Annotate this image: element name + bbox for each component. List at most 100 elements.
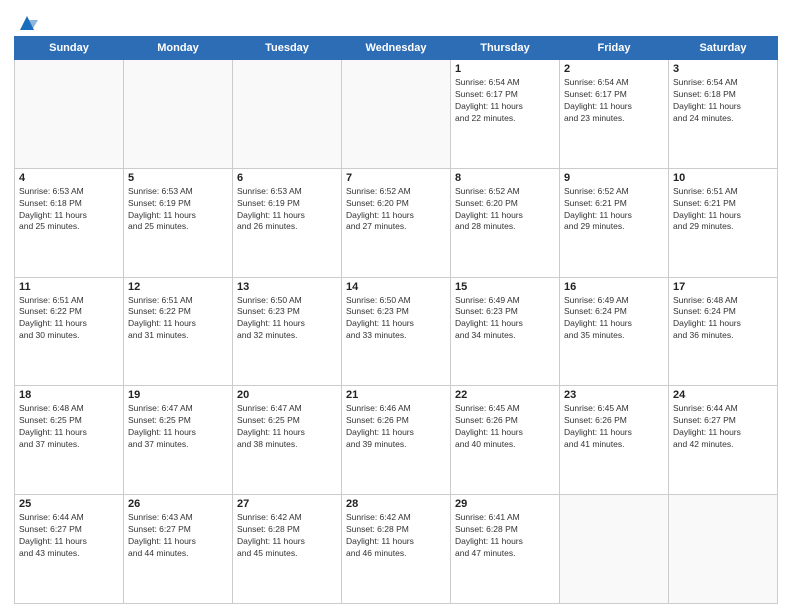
calendar-cell xyxy=(124,60,233,169)
day-number: 4 xyxy=(19,172,119,184)
day-number: 20 xyxy=(237,389,337,401)
day-info: Sunrise: 6:44 AMSunset: 6:27 PMDaylight:… xyxy=(19,512,119,560)
calendar-cell: 15 Sunrise: 6:49 AMSunset: 6:23 PMDayligh… xyxy=(451,277,560,386)
day-number: 21 xyxy=(346,389,446,401)
day-number: 18 xyxy=(19,389,119,401)
day-number: 11 xyxy=(19,281,119,293)
day-info: Sunrise: 6:45 AMSunset: 6:26 PMDaylight:… xyxy=(564,403,664,451)
day-info: Sunrise: 6:47 AMSunset: 6:25 PMDaylight:… xyxy=(237,403,337,451)
day-info: Sunrise: 6:54 AMSunset: 6:17 PMDaylight:… xyxy=(564,77,664,125)
day-number: 1 xyxy=(455,63,555,75)
day-info: Sunrise: 6:43 AMSunset: 6:27 PMDaylight:… xyxy=(128,512,228,560)
calendar-cell: 11 Sunrise: 6:51 AMSunset: 6:22 PMDayligh… xyxy=(15,277,124,386)
day-number: 13 xyxy=(237,281,337,293)
day-info: Sunrise: 6:49 AMSunset: 6:23 PMDaylight:… xyxy=(455,295,555,343)
day-number: 17 xyxy=(673,281,773,293)
calendar-cell: 5 Sunrise: 6:53 AMSunset: 6:19 PMDaylight… xyxy=(124,168,233,277)
day-number: 29 xyxy=(455,498,555,510)
week-row-3: 11 Sunrise: 6:51 AMSunset: 6:22 PMDayligh… xyxy=(15,277,778,386)
day-info: Sunrise: 6:50 AMSunset: 6:23 PMDaylight:… xyxy=(237,295,337,343)
day-info: Sunrise: 6:52 AMSunset: 6:21 PMDaylight:… xyxy=(564,186,664,234)
day-number: 2 xyxy=(564,63,664,75)
calendar-cell: 2 Sunrise: 6:54 AMSunset: 6:17 PMDaylight… xyxy=(560,60,669,169)
day-info: Sunrise: 6:47 AMSunset: 6:25 PMDaylight:… xyxy=(128,403,228,451)
day-number: 7 xyxy=(346,172,446,184)
day-info: Sunrise: 6:52 AMSunset: 6:20 PMDaylight:… xyxy=(346,186,446,234)
calendar-cell: 4 Sunrise: 6:53 AMSunset: 6:18 PMDaylight… xyxy=(15,168,124,277)
day-info: Sunrise: 6:51 AMSunset: 6:21 PMDaylight:… xyxy=(673,186,773,234)
day-number: 5 xyxy=(128,172,228,184)
day-info: Sunrise: 6:52 AMSunset: 6:20 PMDaylight:… xyxy=(455,186,555,234)
day-info: Sunrise: 6:44 AMSunset: 6:27 PMDaylight:… xyxy=(673,403,773,451)
day-number: 10 xyxy=(673,172,773,184)
day-number: 26 xyxy=(128,498,228,510)
day-info: Sunrise: 6:42 AMSunset: 6:28 PMDaylight:… xyxy=(237,512,337,560)
week-row-1: 1 Sunrise: 6:54 AMSunset: 6:17 PMDaylight… xyxy=(15,60,778,169)
day-number: 16 xyxy=(564,281,664,293)
calendar-cell: 9 Sunrise: 6:52 AMSunset: 6:21 PMDaylight… xyxy=(560,168,669,277)
day-info: Sunrise: 6:54 AMSunset: 6:18 PMDaylight:… xyxy=(673,77,773,125)
weekday-header-thursday: Thursday xyxy=(451,37,560,60)
day-info: Sunrise: 6:42 AMSunset: 6:28 PMDaylight:… xyxy=(346,512,446,560)
day-info: Sunrise: 6:45 AMSunset: 6:26 PMDaylight:… xyxy=(455,403,555,451)
calendar-cell: 28 Sunrise: 6:42 AMSunset: 6:28 PMDayligh… xyxy=(342,495,451,604)
calendar-cell: 19 Sunrise: 6:47 AMSunset: 6:25 PMDayligh… xyxy=(124,386,233,495)
day-number: 25 xyxy=(19,498,119,510)
calendar-cell xyxy=(15,60,124,169)
day-info: Sunrise: 6:54 AMSunset: 6:17 PMDaylight:… xyxy=(455,77,555,125)
day-number: 15 xyxy=(455,281,555,293)
calendar-cell xyxy=(560,495,669,604)
day-info: Sunrise: 6:41 AMSunset: 6:28 PMDaylight:… xyxy=(455,512,555,560)
day-number: 3 xyxy=(673,63,773,75)
day-number: 27 xyxy=(237,498,337,510)
calendar-cell: 27 Sunrise: 6:42 AMSunset: 6:28 PMDayligh… xyxy=(233,495,342,604)
calendar-cell: 8 Sunrise: 6:52 AMSunset: 6:20 PMDaylight… xyxy=(451,168,560,277)
calendar-cell: 16Sunrise: 6:49 AMSunset: 6:24 PMDayligh… xyxy=(560,277,669,386)
day-number: 24 xyxy=(673,389,773,401)
day-info: Sunrise: 6:50 AMSunset: 6:23 PMDaylight:… xyxy=(346,295,446,343)
day-number: 9 xyxy=(564,172,664,184)
logo-icon xyxy=(16,12,38,34)
day-number: 12 xyxy=(128,281,228,293)
day-number: 8 xyxy=(455,172,555,184)
calendar-cell: 25 Sunrise: 6:44 AMSunset: 6:27 PMDayligh… xyxy=(15,495,124,604)
week-row-4: 18 Sunrise: 6:48 AMSunset: 6:25 PMDayligh… xyxy=(15,386,778,495)
calendar-cell: 24 Sunrise: 6:44 AMSunset: 6:27 PMDayligh… xyxy=(669,386,778,495)
calendar-cell: 13 Sunrise: 6:50 AMSunset: 6:23 PMDayligh… xyxy=(233,277,342,386)
day-number: 28 xyxy=(346,498,446,510)
day-number: 6 xyxy=(237,172,337,184)
day-info: Sunrise: 6:48 AMSunset: 6:24 PMDaylight:… xyxy=(673,295,773,343)
calendar-cell: 18 Sunrise: 6:48 AMSunset: 6:25 PMDayligh… xyxy=(15,386,124,495)
day-info: Sunrise: 6:46 AMSunset: 6:26 PMDaylight:… xyxy=(346,403,446,451)
calendar-cell: 14 Sunrise: 6:50 AMSunset: 6:23 PMDayligh… xyxy=(342,277,451,386)
header xyxy=(14,10,778,30)
day-info: Sunrise: 6:53 AMSunset: 6:19 PMDaylight:… xyxy=(237,186,337,234)
day-info: Sunrise: 6:51 AMSunset: 6:22 PMDaylight:… xyxy=(128,295,228,343)
weekday-header-friday: Friday xyxy=(560,37,669,60)
calendar-cell: 20 Sunrise: 6:47 AMSunset: 6:25 PMDayligh… xyxy=(233,386,342,495)
day-number: 19 xyxy=(128,389,228,401)
calendar-cell: 12 Sunrise: 6:51 AMSunset: 6:22 PMDayligh… xyxy=(124,277,233,386)
calendar-cell xyxy=(233,60,342,169)
weekday-header-wednesday: Wednesday xyxy=(342,37,451,60)
day-info: Sunrise: 6:48 AMSunset: 6:25 PMDaylight:… xyxy=(19,403,119,451)
week-row-5: 25 Sunrise: 6:44 AMSunset: 6:27 PMDayligh… xyxy=(15,495,778,604)
calendar-cell xyxy=(669,495,778,604)
day-info: Sunrise: 6:53 AMSunset: 6:19 PMDaylight:… xyxy=(128,186,228,234)
day-number: 14 xyxy=(346,281,446,293)
weekday-header-saturday: Saturday xyxy=(669,37,778,60)
calendar-cell: 21 Sunrise: 6:46 AMSunset: 6:26 PMDayligh… xyxy=(342,386,451,495)
calendar-cell: 1 Sunrise: 6:54 AMSunset: 6:17 PMDaylight… xyxy=(451,60,560,169)
calendar-cell xyxy=(342,60,451,169)
weekday-header-tuesday: Tuesday xyxy=(233,37,342,60)
logo-area xyxy=(14,14,38,30)
calendar-cell: 17 Sunrise: 6:48 AMSunset: 6:24 PMDayligh… xyxy=(669,277,778,386)
logo xyxy=(14,14,38,34)
calendar-cell: 29 Sunrise: 6:41 AMSunset: 6:28 PMDayligh… xyxy=(451,495,560,604)
calendar-page: SundayMondayTuesdayWednesdayThursdayFrid… xyxy=(0,0,792,612)
calendar-cell: 7 Sunrise: 6:52 AMSunset: 6:20 PMDaylight… xyxy=(342,168,451,277)
calendar-cell: 26 Sunrise: 6:43 AMSunset: 6:27 PMDayligh… xyxy=(124,495,233,604)
day-info: Sunrise: 6:51 AMSunset: 6:22 PMDaylight:… xyxy=(19,295,119,343)
day-number: 22 xyxy=(455,389,555,401)
day-info: Sunrise: 6:53 AMSunset: 6:18 PMDaylight:… xyxy=(19,186,119,234)
